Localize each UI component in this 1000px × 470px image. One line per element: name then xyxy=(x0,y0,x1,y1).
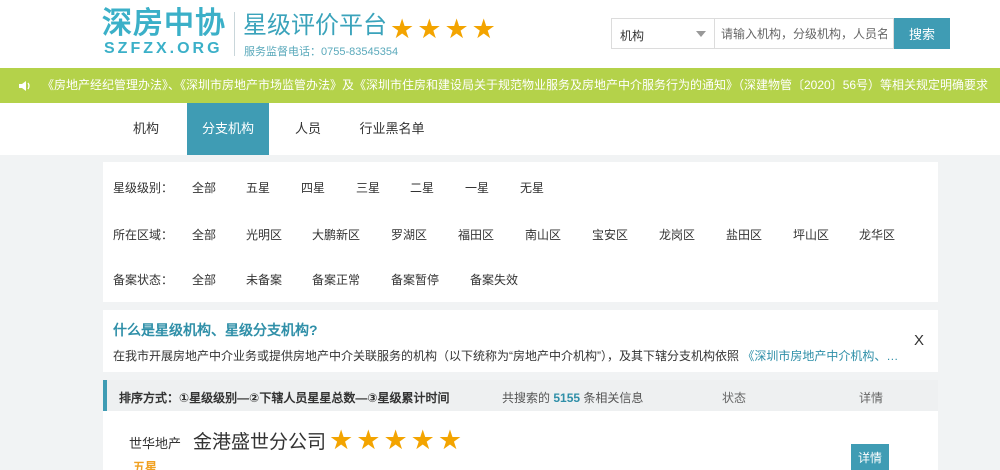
star-icon: ★ xyxy=(390,14,415,44)
notice-bar: 《房地产经纪管理办法》、《深圳市房地产市场监管办法》及《深圳市住房和建设局关于规… xyxy=(0,68,1000,103)
tab-personnel[interactable]: 人员 xyxy=(282,103,334,155)
search-category-value: 机构 xyxy=(620,29,645,43)
site-logo[interactable]: 深房中协 SZFZX.ORG xyxy=(102,8,230,60)
filter-option[interactable]: 一星 xyxy=(465,179,489,196)
star-icon: ★ xyxy=(383,425,408,455)
info-title: 什么是星级机构、星级分支机构? xyxy=(113,322,318,338)
regulation-link[interactable]: 《深圳市房地产中介机构、… xyxy=(742,349,898,363)
filter-label: 备案状态： xyxy=(113,273,174,287)
result-name[interactable]: 金港盛世分公司 xyxy=(193,427,326,454)
filter-option[interactable]: 福田区 xyxy=(458,226,494,243)
speaker-icon xyxy=(19,81,30,91)
star-icon: ★ xyxy=(356,425,381,455)
filter-option[interactable]: 宝安区 xyxy=(592,226,628,243)
info-text: 在我市开展房地产中介业务或提供房地产中介关联服务的机构（以下统称为“房地产中介机… xyxy=(113,349,739,363)
filter-option[interactable]: 南山区 xyxy=(525,226,561,243)
filter-option[interactable]: 备案正常 xyxy=(312,271,360,288)
filter-row-region: 所在区域： 全部 光明区 大鹏新区 罗湖区 福田区 南山区 宝安区 龙岗区 盐田… xyxy=(103,223,938,243)
sort-bar: 排序方式：①星级级别—②下辖人员星星总数—③星级累计时间 共搜索的 5155 条… xyxy=(103,380,938,411)
close-icon[interactable]: X xyxy=(914,332,924,349)
filter-option[interactable]: 全部 xyxy=(192,179,216,196)
filter-label: 星级级别： xyxy=(113,181,174,195)
info-description: 在我市开展房地产中介业务或提供房地产中介关联服务的机构（以下统称为“房地产中介机… xyxy=(113,347,908,364)
chevron-down-icon xyxy=(696,31,706,37)
filter-option[interactable]: 二星 xyxy=(410,179,434,196)
title-star-rating: ★ ★ ★ ★ xyxy=(390,14,496,44)
column-header-status: 状态 xyxy=(722,391,747,405)
result-star-level: 五星 xyxy=(133,460,158,470)
result-count-prefix: 共搜索的 xyxy=(502,391,551,405)
logo-english-text: SZFZX.ORG xyxy=(104,40,223,57)
filter-panel: 星级级别： 全部 五星 四星 三星 二星 一星 无星 所在区域： 全部 光明区 … xyxy=(103,162,938,302)
logo-chinese-text: 深房中协 xyxy=(102,7,226,40)
search-button[interactable]: 搜索 xyxy=(894,18,950,49)
sort-method-label: 排序方式：①星级级别—②下辖人员星星总数—③星级累计时间 xyxy=(119,391,450,405)
site-title: 星级评价平台 xyxy=(243,12,387,39)
filter-row-record-status: 备案状态： 全部 未备案 备案正常 备案暂停 备案失效 xyxy=(103,268,938,288)
star-icon: ★ xyxy=(410,425,435,455)
service-hotline: 服务监督电话：0755-83545354 xyxy=(244,46,399,58)
notice-marquee-text[interactable]: 《房地产经纪管理办法》、《深圳市房地产市场监管办法》及《深圳市住房和建设局关于规… xyxy=(42,78,988,93)
filter-option[interactable]: 备案失效 xyxy=(470,271,518,288)
filter-option[interactable]: 三星 xyxy=(356,179,380,196)
filter-option[interactable]: 光明区 xyxy=(246,226,282,243)
filter-label: 所在区域： xyxy=(113,228,174,242)
filter-option[interactable]: 大鹏新区 xyxy=(312,226,360,243)
star-icon: ★ xyxy=(329,425,354,455)
tab-branches[interactable]: 分支机构 xyxy=(187,103,269,155)
info-box: 什么是星级机构、星级分支机构? 在我市开展房地产中介业务或提供房地产中介关联服务… xyxy=(103,310,938,372)
filter-option[interactable]: 坪山区 xyxy=(793,226,829,243)
header-divider xyxy=(234,12,235,56)
star-icon: ★ xyxy=(471,14,496,44)
tab-bar: 机构 分支机构 人员 行业黑名单 xyxy=(0,103,1000,155)
filter-option[interactable]: 备案暂停 xyxy=(391,271,439,288)
filter-option[interactable]: 四星 xyxy=(301,179,325,196)
filter-option[interactable]: 五星 xyxy=(246,179,270,196)
filter-row-star-level: 星级级别： 全部 五星 四星 三星 二星 一星 无星 xyxy=(103,176,938,196)
star-icon: ★ xyxy=(444,14,469,44)
filter-option[interactable]: 龙华区 xyxy=(859,226,895,243)
search-category-select[interactable]: 机构 xyxy=(611,18,715,49)
filter-option[interactable]: 龙岗区 xyxy=(659,226,695,243)
star-icon: ★ xyxy=(417,14,442,44)
header: 深房中协 SZFZX.ORG 星级评价平台 服务监督电话：0755-835453… xyxy=(0,0,1000,68)
result-count: 共搜索的 5155 条相关信息 xyxy=(502,389,643,406)
detail-button[interactable]: 详情 xyxy=(851,444,889,470)
result-brand: 世华地产 xyxy=(129,436,182,451)
result-star-rating: ★ ★ ★ ★ ★ xyxy=(329,425,462,455)
result-row: 世华地产 金港盛世分公司 ★ ★ ★ ★ ★ 五星 详情 xyxy=(103,411,938,470)
filter-option[interactable]: 全部 xyxy=(192,226,216,243)
filter-option[interactable]: 全部 xyxy=(192,271,216,288)
result-count-suffix: 条相关信息 xyxy=(583,391,644,405)
star-icon: ★ xyxy=(437,425,463,455)
tab-institutions[interactable]: 机构 xyxy=(118,103,174,155)
search-input[interactable] xyxy=(714,18,894,49)
tab-blacklist[interactable]: 行业黑名单 xyxy=(350,103,434,155)
filter-option[interactable]: 无星 xyxy=(520,179,544,196)
filter-option[interactable]: 未备案 xyxy=(246,271,282,288)
result-count-number: 5155 xyxy=(553,391,581,405)
filter-option[interactable]: 盐田区 xyxy=(726,226,762,243)
filter-option[interactable]: 罗湖区 xyxy=(391,226,427,243)
column-header-detail: 详情 xyxy=(859,391,884,405)
